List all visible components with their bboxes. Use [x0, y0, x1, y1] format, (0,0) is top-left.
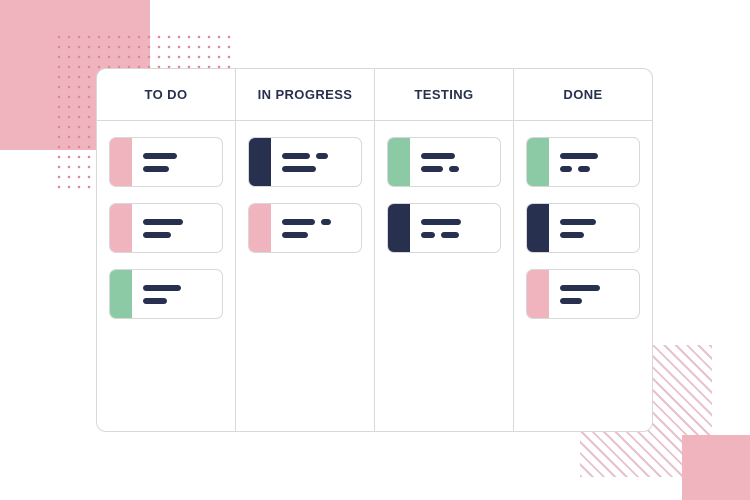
- card-text-line-row: [560, 218, 630, 225]
- kanban-column-in-progress[interactable]: IN PROGRESS: [236, 69, 375, 431]
- task-card[interactable]: [387, 203, 501, 253]
- card-text-line-segment: [143, 284, 181, 291]
- card-text-line-row: [560, 231, 630, 238]
- column-body-done: [514, 121, 652, 431]
- task-card[interactable]: [387, 137, 501, 187]
- card-text-line-segment: [143, 165, 169, 172]
- column-title-done: DONE: [563, 87, 603, 102]
- card-text-line-row: [143, 165, 213, 172]
- card-text-line-segment: [560, 152, 598, 159]
- card-text-line-row: [421, 218, 491, 225]
- card-text-line-row: [421, 231, 491, 238]
- card-text-placeholder: [549, 204, 639, 252]
- card-text-line-row: [143, 218, 213, 225]
- card-text-placeholder: [271, 138, 361, 186]
- card-text-placeholder: [132, 204, 222, 252]
- card-text-line-segment: [143, 231, 171, 238]
- card-accent-bar-green: [527, 138, 549, 186]
- task-card[interactable]: [109, 137, 223, 187]
- card-text-line-segment: [421, 231, 435, 238]
- card-text-line-segment: [282, 218, 315, 225]
- card-text-line-segment: [560, 231, 584, 238]
- card-text-line-segment: [560, 284, 600, 291]
- kanban-column-done[interactable]: DONE: [514, 69, 652, 431]
- kanban-columns: TO DO IN PROGRESS TESTING DONE: [97, 69, 652, 431]
- kanban-board: TO DO IN PROGRESS TESTING DONE: [96, 68, 653, 432]
- decorative-pink-square-bottom-right: [682, 435, 750, 500]
- task-card[interactable]: [526, 203, 640, 253]
- card-text-placeholder: [549, 138, 639, 186]
- card-accent-bar-navy: [249, 138, 271, 186]
- column-title-todo: TO DO: [144, 87, 188, 102]
- card-text-line-segment: [560, 165, 572, 172]
- card-accent-bar-green: [110, 270, 132, 318]
- task-card[interactable]: [109, 203, 223, 253]
- card-text-line-row: [560, 152, 630, 159]
- task-card[interactable]: [109, 269, 223, 319]
- card-text-line-segment: [421, 152, 455, 159]
- card-text-line-row: [282, 165, 352, 172]
- card-accent-bar-green: [388, 138, 410, 186]
- kanban-column-testing[interactable]: TESTING: [375, 69, 514, 431]
- card-text-line-segment: [321, 218, 331, 225]
- task-card[interactable]: [526, 269, 640, 319]
- card-text-placeholder: [410, 204, 500, 252]
- column-header-testing: TESTING: [375, 69, 513, 121]
- card-accent-bar-pink: [527, 270, 549, 318]
- task-card[interactable]: [526, 137, 640, 187]
- column-title-testing: TESTING: [414, 87, 474, 102]
- card-accent-bar-pink: [110, 204, 132, 252]
- card-text-line-segment: [578, 165, 590, 172]
- card-text-line-row: [421, 152, 491, 159]
- card-accent-bar-navy: [527, 204, 549, 252]
- card-text-line-segment: [560, 297, 582, 304]
- card-text-line-segment: [282, 231, 308, 238]
- column-header-done: DONE: [514, 69, 652, 121]
- card-text-line-row: [560, 284, 630, 291]
- card-text-line-segment: [282, 165, 316, 172]
- kanban-board-illustration: TO DO IN PROGRESS TESTING DONE: [0, 0, 750, 500]
- card-accent-bar-navy: [388, 204, 410, 252]
- column-header-todo: TO DO: [97, 69, 235, 121]
- card-text-line-row: [143, 284, 213, 291]
- card-text-line-segment: [143, 218, 183, 225]
- card-text-line-row: [143, 231, 213, 238]
- card-text-line-row: [282, 218, 352, 225]
- column-body-todo: [97, 121, 235, 431]
- card-text-line-row: [560, 297, 630, 304]
- card-accent-bar-pink: [110, 138, 132, 186]
- column-title-in-progress: IN PROGRESS: [257, 87, 353, 102]
- card-text-line-segment: [421, 218, 461, 225]
- card-text-line-segment: [449, 165, 459, 172]
- task-card[interactable]: [248, 137, 362, 187]
- card-text-line-segment: [282, 152, 310, 159]
- card-text-line-segment: [316, 152, 328, 159]
- card-text-line-row: [143, 152, 213, 159]
- card-text-placeholder: [549, 270, 639, 318]
- card-text-line-segment: [560, 218, 596, 225]
- card-accent-bar-pink: [249, 204, 271, 252]
- column-body-testing: [375, 121, 513, 431]
- kanban-column-todo[interactable]: TO DO: [97, 69, 236, 431]
- card-text-placeholder: [132, 270, 222, 318]
- card-text-line-row: [282, 231, 352, 238]
- card-text-line-row: [560, 165, 630, 172]
- card-text-placeholder: [271, 204, 361, 252]
- column-body-in-progress: [236, 121, 374, 431]
- card-text-line-segment: [441, 231, 459, 238]
- card-text-line-segment: [421, 165, 443, 172]
- card-text-line-row: [143, 297, 213, 304]
- card-text-placeholder: [132, 138, 222, 186]
- card-text-line-segment: [143, 297, 167, 304]
- card-text-line-segment: [143, 152, 177, 159]
- task-card[interactable]: [248, 203, 362, 253]
- card-text-line-row: [421, 165, 491, 172]
- column-header-in-progress: IN PROGRESS: [236, 69, 374, 121]
- card-text-line-row: [282, 152, 352, 159]
- card-text-placeholder: [410, 138, 500, 186]
